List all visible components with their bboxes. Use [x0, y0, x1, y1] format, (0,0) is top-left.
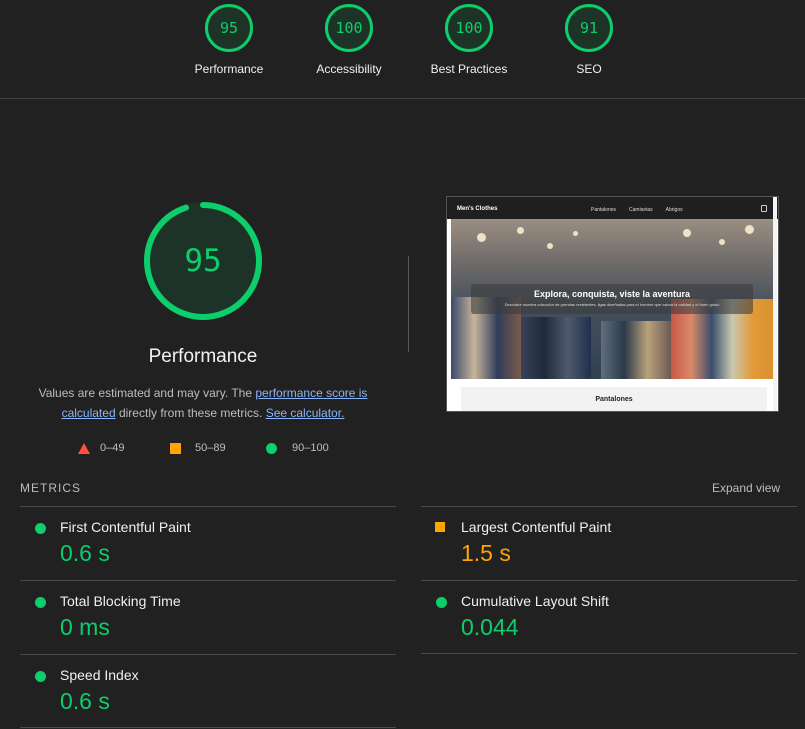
ceiling-light [745, 225, 754, 234]
screenshot-brand: Men's Clothes [457, 206, 498, 212]
metric-tbt[interactable]: Total Blocking Time 0 ms [20, 580, 396, 654]
screenshot-content: Pantalones [451, 379, 773, 411]
metric-name: First Contentful Paint [60, 519, 191, 535]
screenshot-hero: Explora, conquista, viste la aventura De… [451, 219, 773, 379]
pass-circle-icon [436, 597, 447, 608]
gauge-seo-score: 91 [565, 4, 613, 52]
hero-title: Explora, conquista, viste la aventura [533, 289, 691, 299]
metric-name: Largest Contentful Paint [461, 519, 612, 535]
screenshot-card: Pantalones [461, 387, 767, 411]
metric-si[interactable]: Speed Index 0.6 s [20, 654, 396, 728]
legend-pass-label: 90–100 [292, 442, 329, 454]
clothes-rack [601, 321, 671, 379]
ceiling-light [547, 243, 553, 249]
performance-score: 95 [184, 243, 222, 279]
gauge-performance[interactable]: 95 Performance [179, 4, 279, 76]
metric-fcp[interactable]: First Contentful Paint 0.6 s [20, 506, 396, 580]
description-text-1: Values are estimated and may vary. The [38, 386, 253, 400]
gauge-accessibility[interactable]: 100 Accessibility [299, 4, 399, 76]
square-icon [170, 442, 181, 454]
metric-cls[interactable]: Cumulative Layout Shift 0.044 [421, 580, 797, 654]
pass-circle-icon [35, 671, 46, 682]
pass-circle-icon [35, 597, 46, 608]
metric-name: Total Blocking Time [60, 593, 181, 609]
clothes-rack [521, 317, 591, 379]
gauge-performance-score: 95 [205, 4, 253, 52]
metrics-header: METRICS [20, 481, 81, 495]
metric-name: Cumulative Layout Shift [461, 593, 609, 609]
legend-average-label: 50–89 [195, 442, 226, 454]
category-bar: 95 Performance 100 Accessibility 100 Bes… [0, 0, 805, 99]
metric-value: 0.6 s [60, 540, 110, 566]
ceiling-light [683, 229, 691, 237]
description-text-2: directly from these metrics. [118, 406, 263, 420]
metric-value: 0 ms [60, 614, 110, 640]
gauge-best-practices-label: Best Practices [430, 62, 508, 76]
final-screenshot[interactable]: Men's Clothes Pantalones Camisetas Abrig… [446, 196, 779, 412]
screenshot-nav-links: Pantalones Camisetas Abrigos [591, 207, 683, 213]
hero-banner: Explora, conquista, viste la aventura De… [471, 284, 753, 314]
legend-fail: 0–49 [78, 442, 124, 454]
ceiling-light [719, 239, 725, 245]
gauge-best-practices-score: 100 [445, 4, 493, 52]
see-calculator-link[interactable]: See calculator. [266, 406, 345, 420]
pass-circle-icon [35, 523, 46, 534]
gauge-best-practices[interactable]: 100 Best Practices [419, 4, 519, 76]
metric-value: 1.5 s [461, 540, 511, 566]
performance-gauge: 95 [142, 200, 264, 322]
screenshot-nav-item: Camisetas [629, 207, 653, 213]
triangle-icon [78, 442, 90, 454]
screenshot-nav-item: Pantalones [591, 207, 617, 213]
screenshot-nav-item: Abrigos [665, 207, 683, 213]
ceiling-light [573, 231, 578, 236]
screenshot-navbar: Men's Clothes Pantalones Camisetas Abrig… [447, 197, 778, 219]
performance-description: Values are estimated and may vary. The p… [30, 383, 376, 423]
vertical-divider [408, 256, 409, 352]
performance-title: Performance [148, 346, 258, 367]
metric-value: 0.044 [461, 614, 519, 640]
average-square-icon [435, 522, 445, 532]
legend-fail-label: 0–49 [100, 442, 125, 454]
screenshot-scrollbar [773, 197, 777, 411]
hero-subtitle: Descubre nuestra colección de prendas re… [504, 302, 720, 307]
gauge-seo-label: SEO [576, 62, 602, 76]
metric-lcp[interactable]: Largest Contentful Paint 1.5 s [421, 506, 797, 580]
ceiling-light [477, 233, 486, 242]
circle-icon [266, 442, 277, 454]
metric-divider [421, 653, 797, 654]
legend-average: 50–89 [170, 442, 226, 454]
metric-divider [20, 727, 396, 728]
legend-pass: 90–100 [266, 442, 329, 454]
metric-name: Speed Index [60, 667, 139, 683]
gauge-seo[interactable]: 91 SEO [539, 4, 639, 76]
metric-value: 0.6 s [60, 688, 110, 714]
gauge-performance-label: Performance [194, 62, 264, 76]
ceiling-light [517, 227, 524, 234]
expand-view-button[interactable]: Expand view [712, 481, 780, 495]
gauge-accessibility-label: Accessibility [316, 62, 382, 76]
gauge-accessibility-score: 100 [325, 4, 373, 52]
cart-icon [761, 205, 767, 212]
